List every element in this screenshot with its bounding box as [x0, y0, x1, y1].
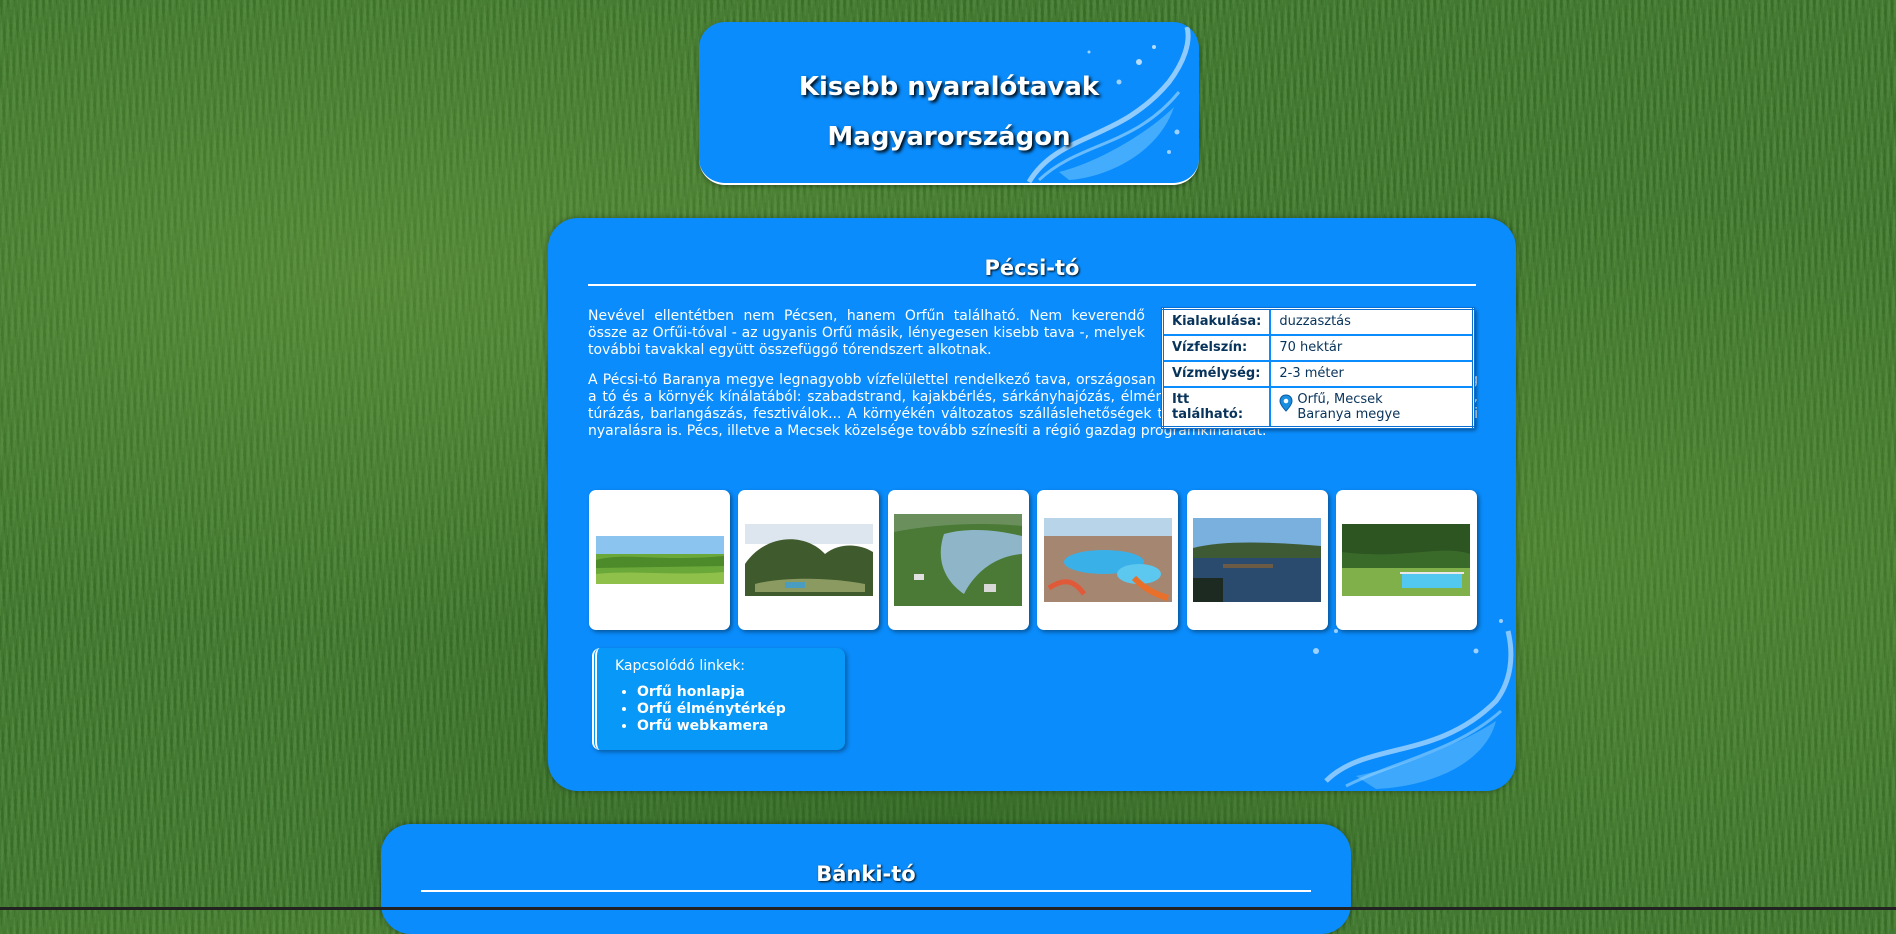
- list-item: Orfű webkamera: [637, 718, 786, 735]
- info-value: duzzasztás: [1269, 307, 1475, 336]
- description-paragraph: Nevével ellentétben nem Pécsen, hanem Or…: [588, 308, 1145, 358]
- related-links-list: Orfű honlapja Orfű élménytérkép Orfű web…: [621, 684, 786, 735]
- lake-info-table: Kialakulása: duzzasztás Vízfelszín: 70 h…: [1161, 307, 1475, 429]
- landscape-photo: [595, 536, 724, 584]
- landscape-photo: [1193, 518, 1322, 602]
- related-links-box: Kapcsolódó linkek: Orfű honlapja Orfű él…: [592, 648, 845, 750]
- info-label: Vízfelszín:: [1161, 334, 1272, 362]
- info-value: 70 hektár: [1269, 334, 1475, 362]
- lake-title: Bánki-tó: [421, 862, 1311, 892]
- info-row: Vízmélység: 2-3 méter: [1161, 360, 1475, 388]
- lake-card-banki-to: Bánki-tó: [381, 824, 1351, 934]
- location-line: Orfű, Mecsek: [1297, 392, 1383, 407]
- location-line: Baranya megye: [1297, 407, 1401, 422]
- site-title: Kisebb nyaralótavak Magyarországon: [699, 62, 1199, 162]
- landscape-photo: [1342, 524, 1471, 596]
- lake-title: Pécsi-tó: [588, 256, 1476, 286]
- gallery-thumbnail[interactable]: [589, 490, 730, 630]
- gallery-thumbnail[interactable]: [1186, 490, 1328, 630]
- info-value-location: Orfű, Mecsek Baranya megye: [1269, 386, 1475, 429]
- info-label: Itt található:: [1161, 386, 1272, 429]
- gallery-thumbnail[interactable]: [738, 490, 880, 630]
- site-header: Kisebb nyaralótavak Magyarországon: [699, 22, 1199, 185]
- link-orfu-honlapja[interactable]: Orfű honlapja: [637, 684, 745, 700]
- photo-gallery: [589, 490, 1477, 632]
- location-pin-icon: [1279, 392, 1293, 422]
- landscape-photo: [744, 524, 873, 596]
- lake-card-pecsi-to: Pécsi-tó Nevével ellentétben nem Pécsen,…: [548, 218, 1516, 791]
- gallery-thumbnail[interactable]: [1037, 490, 1179, 630]
- info-label: Kialakulása:: [1161, 307, 1272, 336]
- list-item: Orfű élménytérkép: [637, 701, 786, 718]
- site-title-line2: Magyarországon: [827, 122, 1071, 152]
- gallery-thumbnail[interactable]: [887, 490, 1029, 630]
- lake-description: Nevével ellentétben nem Pécsen, hanem Or…: [588, 308, 1478, 453]
- landscape-photo: [894, 514, 1023, 606]
- site-title-line1: Kisebb nyaralótavak: [798, 72, 1100, 102]
- gallery-thumbnail[interactable]: [1335, 490, 1477, 630]
- info-row: Itt található: Orfű, Mecsek Baranya megy…: [1161, 386, 1475, 429]
- water-splash-icon: [1313, 619, 1514, 789]
- list-item: Orfű honlapja: [637, 684, 786, 701]
- link-orfu-webkamera[interactable]: Orfű webkamera: [637, 718, 768, 734]
- info-label: Vízmélység:: [1161, 360, 1272, 388]
- landscape-photo: [1043, 518, 1172, 602]
- info-value: 2-3 méter: [1269, 360, 1475, 388]
- info-row: Vízfelszín: 70 hektár: [1161, 334, 1475, 362]
- link-orfu-elmenyterkep[interactable]: Orfű élménytérkép: [637, 701, 786, 717]
- info-row: Kialakulása: duzzasztás: [1161, 307, 1475, 336]
- related-links-title: Kapcsolódó linkek:: [615, 658, 746, 674]
